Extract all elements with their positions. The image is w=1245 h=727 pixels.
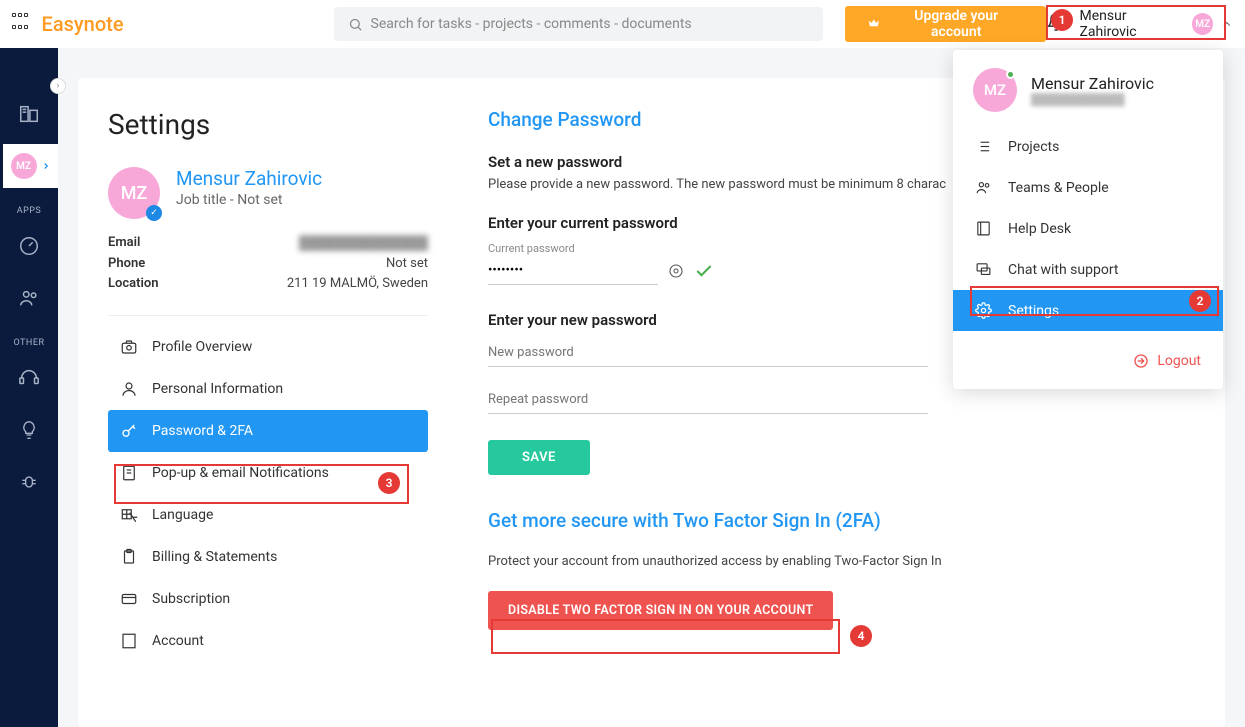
crown-icon <box>867 17 881 31</box>
building-icon <box>120 632 138 650</box>
user-menu-toggle[interactable]: Mensur Zahirovic MZ <box>1080 8 1233 40</box>
key-icon <box>120 422 138 440</box>
twofa-heading: Get more secure with Two Factor Sign In … <box>488 509 1195 532</box>
avatar: MZ <box>973 68 1017 112</box>
nav-language[interactable]: Language <box>108 494 428 536</box>
page-title: Settings <box>108 108 428 141</box>
nav-account[interactable]: Account <box>108 620 428 662</box>
other-section-label: OTHER <box>13 338 44 348</box>
support-icon[interactable] <box>17 366 41 390</box>
notification-dot <box>1061 10 1068 17</box>
dropdown-settings[interactable]: Settings <box>953 290 1223 331</box>
nav-personal-info[interactable]: Personal Information <box>108 368 428 410</box>
nav-profile-overview[interactable]: Profile Overview <box>108 326 428 368</box>
chat-icon <box>975 261 992 278</box>
profile-name: Mensur Zahirovic <box>176 167 322 190</box>
user-dropdown: MZ Mensur Zahirovic ████████████ Project… <box>953 50 1223 389</box>
brand-logo: Easynote <box>42 12 124 36</box>
person-icon <box>120 380 138 398</box>
left-sidebar: › MZ APPS OTHER <box>0 48 58 727</box>
company-icon[interactable] <box>17 102 41 126</box>
nav-subscription[interactable]: Subscription <box>108 578 428 620</box>
card-icon <box>120 590 138 608</box>
check-icon <box>694 261 714 281</box>
profile-jobtitle: Job title - Not set <box>176 192 322 208</box>
logout-icon <box>1133 353 1149 369</box>
avatar: MZ ✓ <box>108 167 160 219</box>
avatar: MZ <box>1192 13 1213 35</box>
dropdown-teams[interactable]: Teams & People <box>953 167 1223 208</box>
team-icon[interactable] <box>17 286 41 310</box>
online-status-dot <box>1006 70 1015 79</box>
verified-check-icon: ✓ <box>146 205 162 221</box>
upgrade-button[interactable]: Upgrade your account <box>845 6 1045 42</box>
avatar: MZ <box>11 153 37 179</box>
current-password-input[interactable] <box>488 257 658 285</box>
search-placeholder: Search for tasks - projects - comments -… <box>371 16 692 32</box>
settings-left-column: Settings MZ ✓ Mensur Zahirovic Job title… <box>78 78 458 727</box>
apps-section-label: APPS <box>17 206 42 216</box>
settings-nav: Profile Overview Personal Information Pa… <box>108 326 428 662</box>
save-button[interactable]: SAVE <box>488 440 590 475</box>
list-icon <box>975 138 992 155</box>
book-icon <box>975 220 992 237</box>
team-icon <box>975 179 992 196</box>
language-icon <box>120 506 138 524</box>
chevron-right-icon <box>41 161 51 171</box>
info-email-row: Email ██████████████ <box>108 235 428 251</box>
disable-2fa-button[interactable]: DISABLE TWO FACTOR SIGN IN ON YOUR ACCOU… <box>488 591 833 630</box>
camera-icon <box>120 338 138 356</box>
search-input[interactable]: Search for tasks - projects - comments -… <box>334 7 824 41</box>
dropdown-user-sub: ████████████ <box>1031 93 1154 106</box>
nav-password-2fa[interactable]: Password & 2FA <box>108 410 428 452</box>
note-icon <box>120 464 138 482</box>
twofa-text: Protect your account from unauthorized a… <box>488 554 1195 569</box>
dropdown-user-name: Mensur Zahirovic <box>1031 74 1154 93</box>
clipboard-icon <box>120 548 138 566</box>
info-location-row: Location 211 19 MALMÖ, Sweden <box>108 276 428 291</box>
new-password-input[interactable] <box>488 339 928 367</box>
dropdown-helpdesk[interactable]: Help Desk <box>953 208 1223 249</box>
divider <box>108 315 428 316</box>
notifications-icon[interactable] <box>1046 12 1066 36</box>
idea-icon[interactable] <box>17 418 41 442</box>
user-name-label: Mensur Zahirovic <box>1080 8 1184 40</box>
dropdown-header: MZ Mensur Zahirovic ████████████ <box>953 50 1223 126</box>
dropdown-chat[interactable]: Chat with support <box>953 249 1223 290</box>
eye-icon[interactable] <box>668 263 684 279</box>
search-icon <box>348 17 363 32</box>
apps-grid-icon[interactable] <box>12 13 34 35</box>
repeat-password-input[interactable] <box>488 386 928 414</box>
dashboard-icon[interactable] <box>17 234 41 258</box>
nav-billing[interactable]: Billing & Statements <box>108 536 428 578</box>
dropdown-logout[interactable]: Logout <box>953 331 1223 375</box>
upgrade-label: Upgrade your account <box>889 8 1024 40</box>
profile-header: MZ ✓ Mensur Zahirovic Job title - Not se… <box>108 167 428 219</box>
nav-notifications[interactable]: Pop-up & email Notifications <box>108 452 428 494</box>
gear-icon <box>975 302 992 319</box>
dropdown-projects[interactable]: Projects <box>953 126 1223 167</box>
chevron-up-icon <box>1221 18 1233 30</box>
info-phone-row: Phone Not set <box>108 256 428 271</box>
top-bar: Easynote Search for tasks - projects - c… <box>0 0 1245 48</box>
bug-icon[interactable] <box>17 470 41 494</box>
profile-icon[interactable]: MZ <box>0 144 58 188</box>
sidebar-collapse-button[interactable]: › <box>50 78 66 94</box>
